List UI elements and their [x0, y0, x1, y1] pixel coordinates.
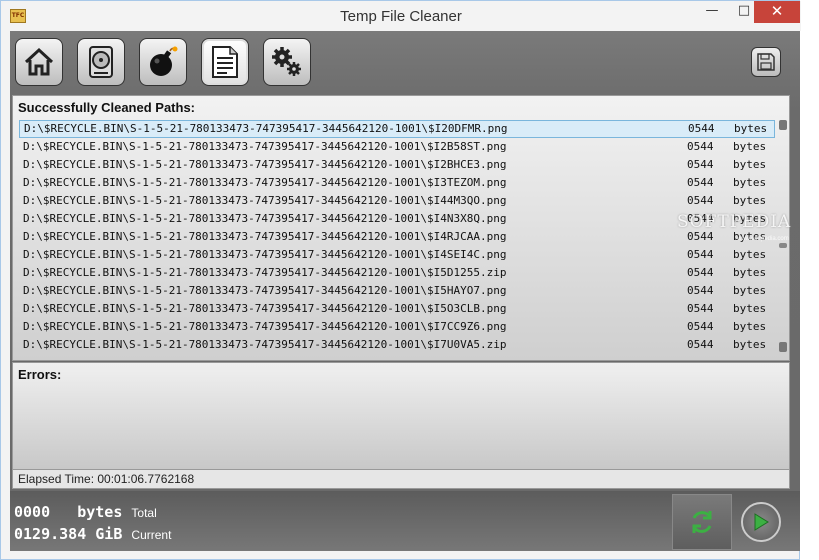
cleaned-paths-list[interactable]: D:\$RECYCLE.BIN\S-1-5-21-780133473-74739…	[19, 120, 775, 356]
path-row[interactable]: D:\$RECYCLE.BIN\S-1-5-21-780133473-74739…	[19, 156, 775, 174]
watermark-url: www.softpedia.com	[737, 236, 789, 242]
app-window: TFC Temp File Cleaner — □ ✕ Successfully…	[0, 0, 801, 560]
scroll-down-arrow[interactable]	[779, 342, 787, 352]
size-unit: bytes	[733, 194, 767, 207]
current-value: 0129.384 GiB	[14, 525, 123, 543]
file-size: 0544	[687, 140, 714, 153]
path-row[interactable]: D:\$RECYCLE.BIN\S-1-5-21-780133473-74739…	[19, 318, 775, 336]
current-stat: 0129.384 GiB Current	[14, 525, 171, 543]
window-title: Temp File Cleaner	[340, 8, 462, 25]
floppy-disk-icon	[757, 53, 775, 71]
path-text: D:\$RECYCLE.BIN\S-1-5-21-780133473-74739…	[23, 230, 507, 243]
file-size: 0544	[687, 176, 714, 189]
file-size: 0544	[687, 194, 714, 207]
path-row[interactable]: D:\$RECYCLE.BIN\S-1-5-21-780133473-74739…	[19, 120, 775, 138]
cleaned-paths-heading: Successfully Cleaned Paths:	[18, 100, 196, 115]
size-unit: bytes	[733, 176, 767, 189]
path-row[interactable]: D:\$RECYCLE.BIN\S-1-5-21-780133473-74739…	[19, 192, 775, 210]
path-row[interactable]: D:\$RECYCLE.BIN\S-1-5-21-780133473-74739…	[19, 336, 775, 354]
close-button[interactable]: ✕	[754, 1, 800, 23]
path-row[interactable]: D:\$RECYCLE.BIN\S-1-5-21-780133473-74739…	[19, 228, 775, 246]
errors-heading: Errors:	[18, 367, 62, 382]
refresh-button[interactable]	[672, 494, 732, 550]
scroll-thumb[interactable]	[779, 243, 787, 248]
current-label: Current	[131, 528, 172, 542]
file-size: 0544	[687, 284, 714, 297]
size-unit: bytes	[733, 248, 767, 261]
path-text: D:\$RECYCLE.BIN\S-1-5-21-780133473-74739…	[23, 212, 507, 225]
path-text: D:\$RECYCLE.BIN\S-1-5-21-780133473-74739…	[24, 122, 508, 135]
hard-drive-icon	[89, 46, 113, 78]
path-text: D:\$RECYCLE.BIN\S-1-5-21-780133473-74739…	[23, 284, 507, 297]
path-text: D:\$RECYCLE.BIN\S-1-5-21-780133473-74739…	[23, 320, 507, 333]
footer: 0000 bytes Total 0129.384 GiB Current	[10, 491, 800, 551]
path-text: D:\$RECYCLE.BIN\S-1-5-21-780133473-74739…	[23, 194, 507, 207]
report-icon	[212, 46, 238, 78]
errors-panel: Errors:	[12, 362, 790, 470]
client-area: Successfully Cleaned Paths: D:\$RECYCLE.…	[10, 31, 800, 551]
file-size: 0544	[687, 338, 714, 351]
size-unit: bytes	[733, 338, 767, 351]
path-row[interactable]: D:\$RECYCLE.BIN\S-1-5-21-780133473-74739…	[19, 300, 775, 318]
scroll-up-arrow[interactable]	[779, 120, 787, 130]
total-stat: 0000 bytes Total	[14, 503, 157, 521]
path-row[interactable]: D:\$RECYCLE.BIN\S-1-5-21-780133473-74739…	[19, 264, 775, 282]
path-text: D:\$RECYCLE.BIN\S-1-5-21-780133473-74739…	[23, 302, 507, 315]
path-row[interactable]: D:\$RECYCLE.BIN\S-1-5-21-780133473-74739…	[19, 138, 775, 156]
drive-button[interactable]	[77, 38, 125, 86]
size-unit: bytes	[733, 158, 767, 171]
settings-button[interactable]	[263, 38, 311, 86]
size-unit: bytes	[733, 302, 767, 315]
path-row[interactable]: D:\$RECYCLE.BIN\S-1-5-21-780133473-74739…	[19, 174, 775, 192]
total-unit: bytes	[77, 503, 123, 521]
toolbar	[10, 31, 800, 93]
gears-icon	[272, 47, 301, 76]
home-button[interactable]	[15, 38, 63, 86]
cleaned-paths-panel: Successfully Cleaned Paths: D:\$RECYCLE.…	[12, 95, 790, 361]
path-text: D:\$RECYCLE.BIN\S-1-5-21-780133473-74739…	[23, 266, 507, 279]
minimize-button[interactable]: —	[697, 1, 727, 23]
report-button[interactable]	[201, 38, 249, 86]
elapsed-time: Elapsed Time: 00:01:06.7762168	[12, 469, 790, 489]
size-unit: bytes	[733, 320, 767, 333]
path-text: D:\$RECYCLE.BIN\S-1-5-21-780133473-74739…	[23, 248, 507, 261]
start-button[interactable]	[741, 502, 781, 542]
file-size: 0544	[687, 266, 714, 279]
size-unit: bytes	[733, 284, 767, 297]
path-text: D:\$RECYCLE.BIN\S-1-5-21-780133473-74739…	[23, 338, 507, 351]
file-size: 0544	[688, 122, 715, 135]
file-size: 0544	[687, 248, 714, 261]
path-row[interactable]: D:\$RECYCLE.BIN\S-1-5-21-780133473-74739…	[19, 282, 775, 300]
save-button[interactable]	[751, 47, 781, 77]
path-text: D:\$RECYCLE.BIN\S-1-5-21-780133473-74739…	[23, 140, 507, 153]
size-unit: bytes	[733, 266, 767, 279]
path-row[interactable]: D:\$RECYCLE.BIN\S-1-5-21-780133473-74739…	[19, 246, 775, 264]
size-unit: bytes	[733, 140, 767, 153]
play-icon	[754, 513, 769, 531]
size-unit: bytes	[734, 122, 768, 135]
path-text: D:\$RECYCLE.BIN\S-1-5-21-780133473-74739…	[23, 158, 507, 171]
path-row[interactable]: D:\$RECYCLE.BIN\S-1-5-21-780133473-74739…	[19, 210, 775, 228]
total-value: 0000	[14, 503, 51, 521]
watermark: SOFTPEDIA	[677, 212, 792, 232]
file-size: 0544	[687, 158, 714, 171]
clean-button[interactable]	[139, 38, 187, 86]
total-label: Total	[131, 506, 157, 520]
path-text: D:\$RECYCLE.BIN\S-1-5-21-780133473-74739…	[23, 176, 507, 189]
home-icon	[24, 47, 54, 76]
file-size: 0544	[687, 320, 714, 333]
refresh-icon	[692, 511, 712, 533]
file-size: 0544	[687, 302, 714, 315]
bomb-icon	[150, 46, 178, 76]
title-bar: TFC Temp File Cleaner — □ ✕	[1, 1, 801, 31]
